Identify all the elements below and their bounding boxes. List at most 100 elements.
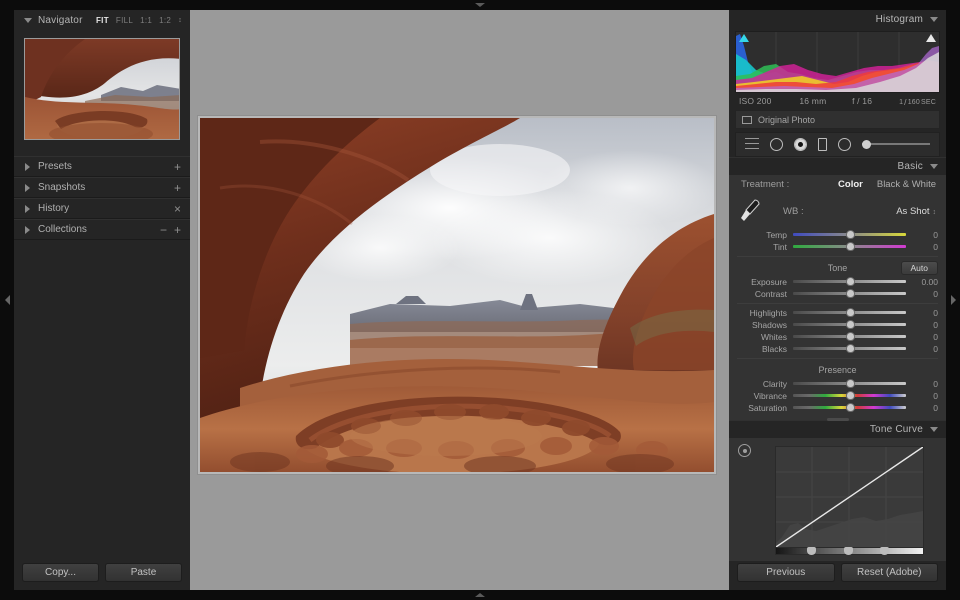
slider-whites[interactable]: Whites 0 (729, 331, 946, 343)
zoom-stepper-icon[interactable]: ↕ (178, 17, 182, 24)
slider-knob[interactable] (845, 230, 855, 240)
zoom-option-fill[interactable]: FILL (116, 16, 133, 25)
slider-knob[interactable] (845, 289, 855, 299)
basic-panel-header[interactable]: Basic (729, 156, 946, 175)
chevron-down-icon[interactable] (930, 17, 938, 23)
add-collection-icon[interactable]: + (174, 224, 181, 236)
divider (737, 302, 938, 304)
slider-value: 0 (933, 343, 938, 354)
slider-knob[interactable] (845, 379, 855, 389)
crop-icon[interactable] (770, 137, 783, 151)
slider-knob[interactable] (845, 277, 855, 287)
navigator-zoom-options: FIT FILL 1:1 1:2 ↕ (96, 16, 182, 25)
add-snapshot-icon[interactable]: + (174, 182, 181, 194)
histogram-header[interactable]: Histogram (729, 10, 946, 30)
snapshots-actions: + (174, 182, 181, 194)
sidebar-item-history[interactable]: History × (14, 198, 190, 219)
original-photo-button[interactable]: Original Photo (735, 110, 940, 129)
tone-curve-region-ramp[interactable] (775, 547, 924, 556)
slider-contrast[interactable]: Contrast 0 (729, 288, 946, 300)
navigator-title: Navigator (38, 14, 83, 26)
spot-removal-icon[interactable] (794, 137, 807, 151)
slider-blacks[interactable]: Blacks 0 (729, 343, 946, 355)
slider-highlights[interactable]: Highlights 0 (729, 307, 946, 319)
image-work-area[interactable] (190, 10, 729, 590)
slider-tint[interactable]: Tint 0 (729, 241, 946, 253)
exif-iso: ISO 200 (739, 96, 772, 107)
navigator-header[interactable]: Navigator FIT FILL 1:1 1:2 ↕ (14, 10, 190, 30)
white-balance-value[interactable]: As Shot ↕ (896, 206, 936, 217)
slider-clarity[interactable]: Clarity 0 (729, 378, 946, 390)
white-balance-eyedropper-icon[interactable] (739, 197, 761, 223)
sidebar-item-presets[interactable]: Presets + (14, 156, 190, 177)
slider-saturation[interactable]: Saturation 0 (729, 402, 946, 414)
red-eye-icon[interactable] (818, 137, 827, 151)
reset-button[interactable]: Reset (Adobe) (840, 563, 938, 583)
remove-collection-icon[interactable]: − (160, 224, 167, 236)
treatment-option-color[interactable]: Color (838, 179, 863, 190)
histogram-graph[interactable] (735, 31, 940, 94)
left-panel: Navigator FIT FILL 1:1 1:2 ↕ Presets + S… (14, 10, 190, 590)
auto-tone-button[interactable]: Auto (900, 260, 938, 275)
targeted-adjustment-icon[interactable] (738, 444, 751, 458)
slider-value: 0 (933, 390, 938, 401)
main-photo[interactable] (200, 118, 714, 472)
previous-button[interactable]: Previous (737, 563, 835, 583)
divider (737, 255, 938, 257)
copy-button[interactable]: Copy... (22, 562, 99, 582)
slider-value: 0 (933, 307, 938, 318)
expand-bottom-icon[interactable] (475, 593, 485, 597)
slider-knob[interactable] (845, 403, 855, 413)
slider-temp[interactable]: Temp 0 (729, 229, 946, 241)
slider-exposure[interactable]: Exposure 0.00 (729, 276, 946, 288)
tool-amount-slider[interactable] (862, 138, 930, 151)
tone-curve-plot (776, 447, 923, 548)
tone-curve-panel-header[interactable]: Tone Curve (729, 417, 946, 438)
snapshots-label: Snapshots (38, 182, 86, 193)
treatment-option-black-and-white[interactable]: Black & White (877, 179, 936, 190)
tone-curve-graph[interactable] (775, 446, 924, 549)
chevron-down-icon[interactable] (930, 163, 938, 169)
tone-group-label: Tone Auto (729, 260, 946, 276)
radial-filter-icon[interactable] (838, 137, 851, 151)
slider-shadows[interactable]: Shadows 0 (729, 319, 946, 331)
zoom-option-1-1[interactable]: 1:1 (140, 16, 152, 25)
slider-knob[interactable] (845, 344, 855, 354)
paste-button[interactable]: Paste (105, 562, 182, 582)
bottom-filmstrip-bar[interactable] (0, 590, 960, 600)
collapse-top-icon[interactable] (475, 3, 485, 7)
chevron-down-icon[interactable] (930, 426, 938, 432)
slider-knob[interactable] (845, 332, 855, 342)
clear-history-icon[interactable]: × (174, 203, 181, 215)
region-handle-midtones[interactable] (843, 547, 853, 556)
tone-curve-title: Tone Curve (869, 423, 923, 435)
sidebar-item-collections[interactable]: Collections − + (14, 219, 190, 240)
zoom-option-fit[interactable]: FIT (96, 16, 109, 25)
slider-knob[interactable] (845, 391, 855, 401)
exif-shutter-speed: 1/160 SEC (899, 97, 936, 107)
top-module-bar[interactable] (0, 0, 960, 10)
slider-knob[interactable] (845, 242, 855, 252)
left-panel-sections: Presets + Snapshots + History × Collecti… (14, 152, 190, 240)
highlight-clipping-indicator[interactable] (926, 34, 936, 43)
slider-vibrance[interactable]: Vibrance 0 (729, 390, 946, 402)
slider-knob[interactable] (845, 320, 855, 330)
slider-label: Temp (766, 229, 787, 240)
left-panel-buttons: Copy... Paste (14, 560, 190, 590)
grid-overlay-icon[interactable] (745, 138, 759, 151)
region-handle-shadows[interactable] (806, 547, 816, 556)
right-panel-collapse-arrow[interactable] (946, 10, 960, 590)
shadow-clipping-indicator[interactable] (739, 34, 749, 43)
sidebar-item-snapshots[interactable]: Snapshots + (14, 177, 190, 198)
panel-resize-handle[interactable] (826, 417, 849, 421)
chevron-down-icon[interactable] (24, 17, 32, 23)
region-handle-highlights[interactable] (880, 547, 890, 556)
navigator-thumbnail[interactable] (24, 38, 180, 140)
zoom-option-1-2[interactable]: 1:2 (159, 16, 171, 25)
tone-label: Tone (827, 262, 848, 273)
chevron-right-icon (950, 295, 956, 305)
left-panel-collapse-arrow[interactable] (0, 10, 14, 590)
add-preset-icon[interactable]: + (174, 161, 181, 173)
history-actions: × (174, 203, 181, 215)
slider-knob[interactable] (845, 308, 855, 318)
